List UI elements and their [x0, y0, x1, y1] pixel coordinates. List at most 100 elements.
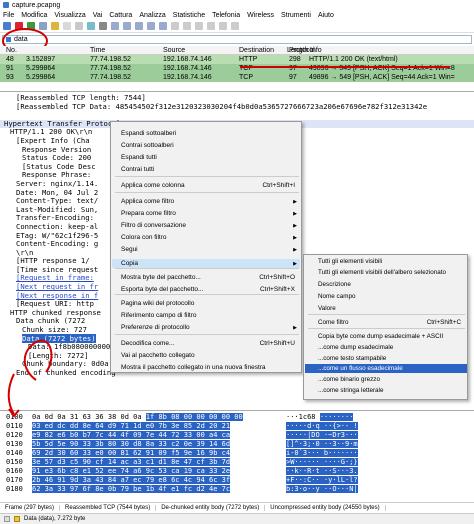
packet-row[interactable]: 48 3.152897 77.74.198.52 192.168.74.146 …	[0, 55, 474, 64]
copy-submenu-item[interactable]: Nome campo	[318, 293, 355, 300]
col-header-destination[interactable]: Destination	[239, 47, 274, 54]
submenu-arrow-icon: ▶	[293, 247, 297, 253]
menu-bar: File Modifica Visualizza Vai Cattura Ana…	[0, 10, 474, 20]
menu-file[interactable]: File	[3, 12, 14, 19]
hex-row[interactable]: 0150 3e 57 d3 c5 90 cf 14 ac a3 c1 d1 8e …	[0, 458, 474, 467]
context-menu-item[interactable]: Esporta byte del pacchetto...	[121, 286, 203, 293]
tab-reassembled-tcp[interactable]: Reassembled TCP (7544 bytes)	[60, 504, 157, 511]
capture-comment-icon[interactable]	[14, 516, 20, 522]
colorize-icon[interactable]	[183, 22, 191, 30]
menu-shortcut: Ctrl+Shift+X	[259, 286, 295, 293]
copy-submenu-item[interactable]: Tutti gli elementi visibili dell'albero …	[318, 269, 446, 276]
col-header-info[interactable]: Info	[310, 47, 322, 54]
menu-visualizza[interactable]: Visualizza	[54, 12, 85, 19]
packet-bytes-pane: 0100 0a 0d 0a 31 63 36 38 0d 0a 1f 8b 08 …	[0, 410, 474, 494]
copy-submenu-item[interactable]: Tutti gli elementi visibili	[318, 258, 382, 265]
menu-wireless[interactable]: Wireless	[247, 12, 274, 19]
context-menu-item[interactable]: Colora con filtro	[121, 234, 167, 241]
last-packet-icon[interactable]	[159, 22, 167, 30]
menu-separator	[308, 314, 465, 315]
context-menu-item[interactable]: Decodifica come...	[121, 340, 174, 347]
menu-statistiche[interactable]: Statistiche	[173, 12, 205, 19]
col-header-length[interactable]: Length	[287, 47, 308, 54]
context-menu-item[interactable]: Copia	[121, 260, 138, 267]
save-file-icon[interactable]	[63, 22, 71, 30]
context-menu-item[interactable]: Contrai sottoalberi	[121, 142, 174, 149]
start-capture-icon[interactable]	[3, 22, 11, 30]
go-back-icon[interactable]	[111, 22, 119, 30]
tree-row[interactable]: [Reassembled TCP Data: 485454502f312e312…	[0, 102, 474, 112]
hex-row[interactable]: 0120 e9 82 e6 b0 b7 7c 44 4f 09 7e 44 72 …	[0, 431, 474, 440]
hex-row[interactable]: 0160 91 e3 6b c8 e1 52 ee 74 a6 9c 53 ca …	[0, 467, 474, 476]
zoom-out-icon[interactable]	[207, 22, 215, 30]
context-menu-item[interactable]: Mostra byte del pacchetto...	[121, 274, 201, 281]
copy-submenu-item[interactable]: ...come un flusso esadecimale	[318, 365, 403, 372]
context-menu-item[interactable]: Contrai tutti	[121, 166, 154, 173]
hex-offset: 0160	[6, 467, 23, 475]
reload-icon[interactable]	[87, 22, 95, 30]
copy-submenu-item[interactable]: Come filtro	[318, 319, 348, 326]
context-menu-item[interactable]: Prepara come filtro	[121, 210, 176, 217]
hex-row[interactable]: 0100 0a 0d 0a 31 63 36 38 0d 0a 1f 8b 08 …	[0, 413, 474, 422]
context-menu-item[interactable]: Espandi sottoalberi	[121, 130, 176, 137]
menu-strumenti[interactable]: Strumenti	[281, 12, 311, 19]
copy-submenu-item[interactable]: Valore	[318, 305, 336, 312]
copy-submenu-item[interactable]: Descrizione	[318, 281, 351, 288]
tab-uncompressed-body[interactable]: Uncompressed entity body (24550 bytes)	[265, 504, 386, 511]
context-menu-item[interactable]: Mostra il pacchetto collegato in una nuo…	[121, 364, 266, 371]
go-to-packet-icon[interactable]	[135, 22, 143, 30]
go-forward-icon[interactable]	[123, 22, 131, 30]
context-menu-item[interactable]: Applica come filtro	[121, 198, 174, 205]
resize-columns-icon[interactable]	[231, 22, 239, 30]
context-menu-item[interactable]: Applica come colonna	[121, 182, 185, 189]
context-menu-item[interactable]: Filtro di conversazione	[121, 222, 186, 229]
tab-frame[interactable]: Frame (297 bytes)	[0, 504, 61, 511]
packet-length: 97	[289, 74, 297, 81]
context-menu-item[interactable]: Pagina wiki del protocollo	[121, 300, 194, 307]
menu-cattura[interactable]: Cattura	[109, 12, 132, 19]
menu-modifica[interactable]: Modifica	[21, 12, 47, 19]
hex-row[interactable]: 0130 5b 5d 5e 90 33 3b 80 30 d8 8a 33 c2 …	[0, 440, 474, 449]
context-menu-item[interactable]: Espandi tutti	[121, 154, 157, 161]
hex-row[interactable]: 0170 2b 46 91 9d 3a 43 84 a7 ec 79 e8 6c …	[0, 476, 474, 485]
copy-submenu-item[interactable]: ...come stringa letterale	[318, 387, 383, 394]
context-menu-item[interactable]: Segui	[121, 246, 138, 253]
copy-submenu-item[interactable]: ...come binario grezzo	[318, 376, 380, 383]
copy-submenu-item[interactable]: ...come testo stampabile	[318, 355, 386, 362]
tab-dechunked-body[interactable]: De-chunked entity body (7272 bytes)	[156, 504, 266, 511]
find-icon[interactable]	[99, 22, 107, 30]
ascii-selected: +F··:C·· ·y·lL·l?	[286, 476, 358, 484]
hex-offset: 0110	[6, 422, 23, 430]
hex-offset: 0100	[6, 413, 23, 421]
menu-vai[interactable]: Vai	[93, 12, 103, 19]
hex-row[interactable]: 0140 69 2d 30 60 33 e0 00 81 62 91 09 f5 …	[0, 449, 474, 458]
zoom-in-icon[interactable]	[195, 22, 203, 30]
autoscroll-icon[interactable]	[171, 22, 179, 30]
open-file-icon[interactable]	[51, 22, 59, 30]
packet-row[interactable]: 93 5.299864 77.74.198.52 192.168.74.146 …	[0, 73, 474, 82]
hex-row[interactable]: 0110 03 ed dc dd 8e 64 d9 71 1d e0 7b 3e …	[0, 422, 474, 431]
hex-row[interactable]: 0180 62 3a 33 97 6f 8e 0b 79 be 1b 4f e1 …	[0, 485, 474, 494]
menu-telefonia[interactable]: Telefonia	[212, 12, 240, 19]
packet-list-header: No. Time Source Destination Protocol Len…	[0, 46, 474, 55]
copy-submenu-item[interactable]: ...come dump esadecimale	[318, 344, 393, 351]
display-filter-bar[interactable]: data	[2, 35, 472, 44]
first-packet-icon[interactable]	[147, 22, 155, 30]
context-menu-item[interactable]: Preferenze di protocollo	[121, 324, 190, 331]
close-file-icon[interactable]	[75, 22, 83, 30]
context-menu-item[interactable]: Riferimento campo di filtro	[121, 312, 197, 319]
copy-submenu: Tutti gli elementi visibili Tutti gli ele…	[303, 254, 468, 400]
menu-analizza[interactable]: Analizza	[139, 12, 165, 19]
packet-no: 93	[6, 74, 14, 81]
menu-aiuto[interactable]: Aiuto	[318, 12, 334, 19]
copy-submenu-item[interactable]: Copia byte come dump esadecimale + ASCII	[318, 333, 443, 340]
context-menu-item[interactable]: Vai al pacchetto collegato	[121, 352, 195, 359]
options-icon[interactable]	[39, 22, 47, 30]
ascii-selected: >W······ ····G·;}	[286, 458, 358, 466]
zoom-reset-icon[interactable]	[219, 22, 227, 30]
col-header-no[interactable]: No.	[6, 47, 17, 54]
col-header-source[interactable]: Source	[163, 47, 185, 54]
expert-info-icon[interactable]	[4, 516, 10, 522]
hex-bytes: 62 3a 33 97 6f 8e 0b 79 be 1b 4f e1 fc d…	[32, 485, 231, 493]
col-header-time[interactable]: Time	[90, 47, 105, 54]
